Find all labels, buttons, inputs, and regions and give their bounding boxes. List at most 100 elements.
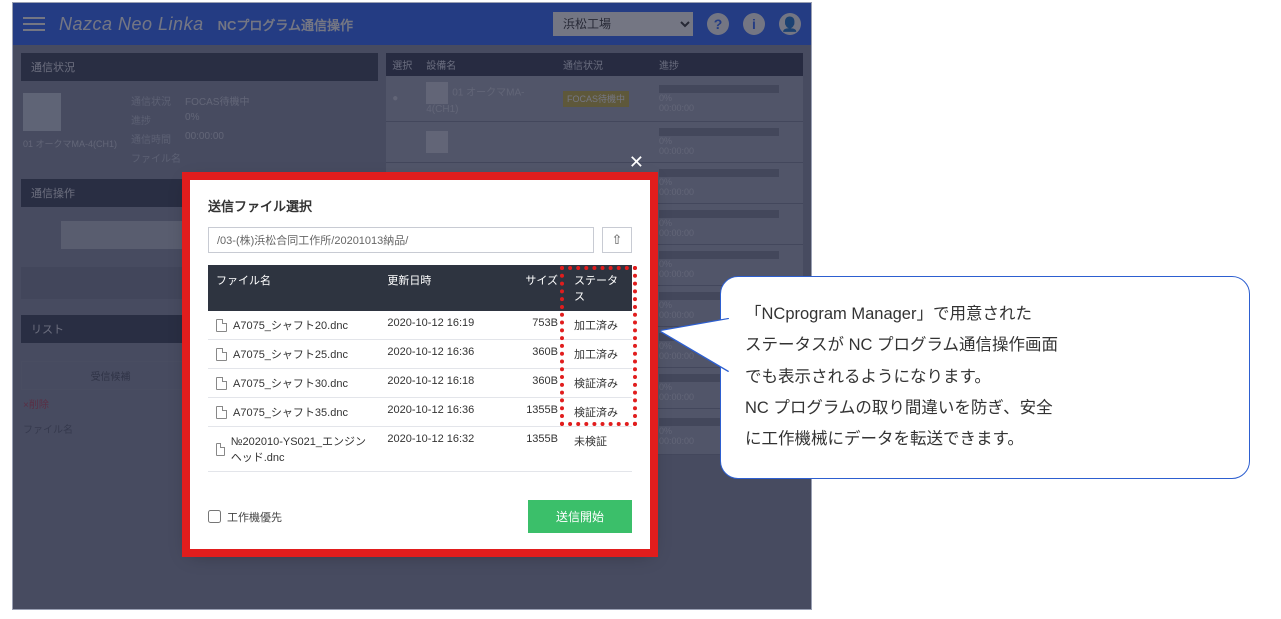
row-progress: 0%00:00:00 — [653, 163, 803, 203]
row-machine-icon — [426, 131, 448, 153]
file-icon — [216, 406, 227, 419]
menu-icon[interactable] — [23, 13, 45, 35]
col-date[interactable]: 更新日時 — [379, 265, 512, 311]
row-comm — [557, 136, 653, 148]
help-button[interactable]: ? — [707, 13, 729, 35]
cell-size: 753B — [512, 311, 566, 339]
machine-row[interactable]: 0%00:00:00 — [386, 122, 803, 163]
elapsed-text: 00:00:00 — [659, 187, 797, 197]
user-button[interactable]: 👤 — [779, 13, 801, 35]
col-filename[interactable]: ファイル名 — [208, 265, 379, 311]
th-comm: 通信状況 — [557, 53, 653, 76]
cell-date: 2020-10-12 16:36 — [379, 340, 512, 368]
cell-size: 360B — [512, 340, 566, 368]
file-row[interactable]: A7075_シャフト30.dnc2020-10-12 16:18360B検証済み — [208, 369, 632, 398]
file-icon — [216, 319, 227, 332]
progress-text: 0% — [659, 177, 797, 187]
elapsed-text: 00:00:00 — [659, 146, 797, 156]
folder-up-button[interactable]: ⇧ — [602, 227, 632, 253]
row-comm: FOCAS待機中 — [557, 86, 653, 111]
row-progress: 0%00:00:00 — [653, 122, 803, 162]
col-size[interactable]: サイズ — [512, 265, 566, 311]
progress-bar — [659, 169, 779, 177]
cell-filename: A7075_シャフト20.dnc — [208, 311, 379, 339]
file-row[interactable]: A7075_シャフト25.dnc 2020-10-12 16:36360B加工済み — [208, 340, 632, 369]
col-status[interactable]: ステータス — [566, 265, 632, 311]
progress-bar — [659, 85, 779, 93]
progress-bar — [659, 128, 779, 136]
page-title: NCプログラム通信操作 — [218, 15, 353, 34]
kv-progress-value: 0% — [185, 112, 199, 127]
send-button[interactable]: 送信開始 — [528, 500, 632, 533]
file-select-modal: ✕ 送信ファイル選択 ⇧ ファイル名 更新日時 サイズ ステータス A7075_… — [190, 180, 650, 549]
row-radio[interactable]: ● — [386, 87, 420, 110]
modal-title: 送信ファイル選択 — [208, 196, 632, 215]
machine-name-label: 01 オークマMA-4(CH1) — [23, 137, 117, 150]
progress-text: 0% — [659, 259, 797, 269]
callout-line: ステータスが NC プログラム通信操作画面 — [745, 330, 1225, 361]
kv-commstatus-label: 通信状況 — [131, 93, 177, 108]
progress-text: 0% — [659, 93, 797, 103]
cell-filename: A7075_シャフト35.dnc — [208, 398, 379, 426]
delete-link[interactable]: ×削除 — [21, 390, 51, 417]
comm-badge: FOCAS待機中 — [563, 91, 629, 107]
kv-progress-label: 進捗 — [131, 112, 177, 127]
kv-file-label: ファイル名 — [131, 150, 181, 165]
close-icon[interactable]: ✕ — [629, 152, 644, 173]
machine-priority-input[interactable] — [208, 510, 221, 523]
th-select: 選択 — [386, 53, 420, 76]
cell-status: 加工済み — [566, 311, 632, 339]
file-name-text: №202010-YS021_エンジンヘッド.dnc — [231, 433, 372, 465]
file-row[interactable]: A7075_シャフト35.dnc 2020-10-12 16:361355B検証済… — [208, 398, 632, 427]
th-name: 設備名 — [420, 53, 557, 76]
cell-filename: №202010-YS021_エンジンヘッド.dnc — [208, 427, 379, 471]
file-icon — [216, 348, 227, 361]
cell-date: 2020-10-12 16:32 — [379, 427, 512, 471]
row-machine-name — [420, 125, 557, 159]
file-name-text: A7075_シャフト30.dnc — [233, 375, 348, 391]
row-radio[interactable] — [386, 136, 420, 148]
machine-priority-label: 工作機優先 — [227, 509, 282, 525]
cell-size: 1355B — [512, 398, 566, 426]
cell-status: 検証済み — [566, 398, 632, 426]
machine-table-header: 選択 設備名 通信状況 進捗 — [386, 53, 803, 76]
arrow-up-icon: ⇧ — [612, 232, 623, 248]
status-panel-title: 通信状況 — [21, 53, 378, 81]
file-name-text: A7075_シャフト20.dnc — [233, 317, 348, 333]
file-row[interactable]: A7075_シャフト20.dnc 2020-10-12 16:19753B加工済み — [208, 311, 632, 340]
row-machine-icon — [426, 82, 448, 104]
elapsed-text: 00:00:00 — [659, 103, 797, 113]
file-table-header: ファイル名 更新日時 サイズ ステータス — [208, 265, 632, 311]
kv-commstatus-value: FOCAS待機中 — [185, 93, 249, 108]
brand-title: Nazca Neo Linka — [59, 14, 204, 35]
path-input[interactable] — [208, 227, 594, 253]
callout-line: に工作機械にデータを転送できます。 — [745, 424, 1225, 455]
machine-priority-checkbox[interactable]: 工作機優先 — [208, 509, 282, 525]
info-button[interactable]: i — [743, 13, 765, 35]
row-progress: 0%00:00:00 — [653, 79, 803, 119]
kv-elapsed-value: 00:00:00 — [185, 131, 224, 146]
machine-icon — [23, 93, 61, 131]
cell-date: 2020-10-12 16:19 — [379, 311, 512, 339]
cell-date: 2020-10-12 16:36 — [379, 398, 512, 426]
file-name-text: A7075_シャフト35.dnc — [233, 404, 348, 420]
topbar: Nazca Neo Linka NCプログラム通信操作 浜松工場 ? i 👤 — [13, 3, 811, 45]
callout-line: NC プログラムの取り間違いを防ぎ、安全 — [745, 393, 1225, 424]
progress-text: 0% — [659, 218, 797, 228]
kv-elapsed-label: 通信時間 — [131, 131, 177, 146]
cell-filename: A7075_シャフト25.dnc — [208, 340, 379, 368]
file-name-text: A7075_シャフト25.dnc — [233, 346, 348, 362]
explanation-callout: 「NCprogram Manager」で用意された ステータスが NC プログラ… — [720, 276, 1250, 479]
progress-text: 0% — [659, 136, 797, 146]
progress-bar — [659, 251, 779, 259]
machine-row[interactable]: ●01 オークマMA-4(CH1)FOCAS待機中0%00:00:00 — [386, 76, 803, 122]
factory-select[interactable]: 浜松工場 — [553, 12, 693, 36]
cell-size: 360B — [512, 369, 566, 397]
file-icon — [216, 377, 227, 390]
file-icon — [216, 443, 225, 456]
file-row[interactable]: №202010-YS021_エンジンヘッド.dnc2020-10-12 16:3… — [208, 427, 632, 472]
cell-status: 加工済み — [566, 340, 632, 368]
cell-date: 2020-10-12 16:18 — [379, 369, 512, 397]
callout-line: 「NCprogram Manager」で用意された — [745, 299, 1225, 330]
cell-status: 未検証 — [566, 427, 632, 471]
